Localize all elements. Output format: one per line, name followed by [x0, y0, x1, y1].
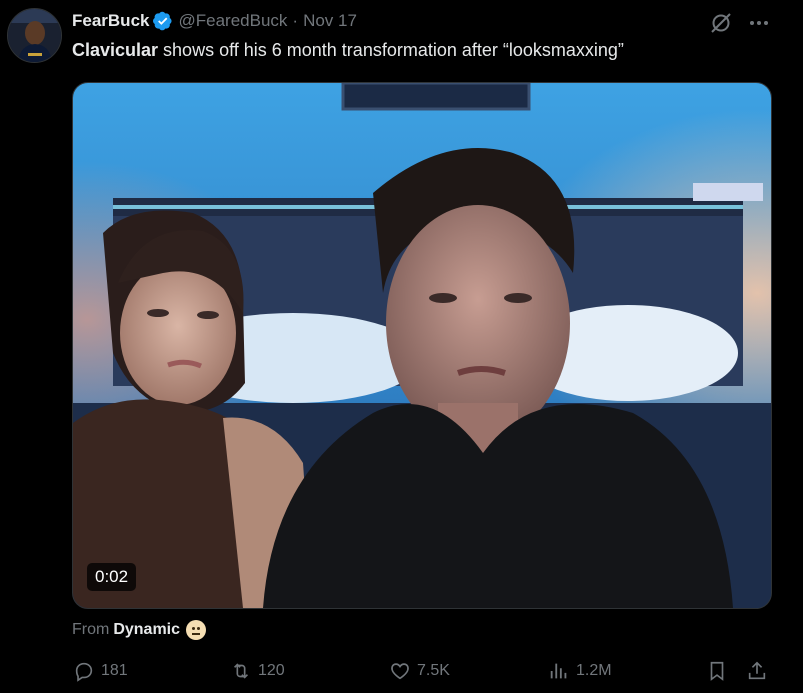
- post-date[interactable]: Nov 17: [303, 11, 357, 31]
- more-icon[interactable]: [747, 13, 771, 33]
- media-source-label: From: [72, 621, 110, 638]
- media-source-name[interactable]: Dynamic: [113, 621, 180, 639]
- repost-icon: [233, 663, 249, 679]
- author-display-name[interactable]: FearBuck: [72, 11, 149, 31]
- author-handle[interactable]: @FearedBuck: [178, 11, 287, 31]
- video-player[interactable]: [72, 82, 772, 609]
- views-count: 1.2M: [576, 662, 612, 679]
- share-icon: [748, 661, 766, 680]
- action-bar: 181 120 7.5K 1.2M: [0, 660, 803, 686]
- neutral-face-icon: [186, 620, 207, 640]
- repost-count: 120: [258, 662, 285, 679]
- reply-count: 181: [101, 662, 128, 679]
- views-icon: [550, 663, 567, 679]
- post-text-body: shows off his 6 month transformation aft…: [158, 40, 624, 60]
- post-text: Clavicular shows off his 6 month transfo…: [72, 40, 624, 61]
- repost-button[interactable]: 120: [230, 660, 285, 682]
- separator-dot: ·: [292, 11, 299, 30]
- grok-icon[interactable]: [709, 12, 733, 34]
- bookmark-icon: [710, 661, 724, 681]
- video-timestamp: 0:02: [87, 563, 137, 591]
- post-header: FearBuck @FearedBuck · Nov 17: [72, 10, 357, 32]
- video-frame: [73, 83, 771, 608]
- avatar[interactable]: [7, 8, 62, 63]
- post-text-mention: Clavicular: [72, 40, 159, 60]
- bookmark-button[interactable]: [706, 660, 728, 687]
- reply-icon: [75, 662, 93, 682]
- reply-button[interactable]: 181: [73, 660, 128, 682]
- like-count: 7.5K: [417, 662, 450, 679]
- verified-badge-icon: [153, 11, 173, 31]
- avatar-image: [8, 9, 61, 62]
- views-button[interactable]: 1.2M: [548, 660, 612, 682]
- media-source: From Dynamic: [72, 620, 207, 640]
- like-icon: [391, 663, 409, 680]
- like-button[interactable]: 7.5K: [389, 660, 450, 682]
- share-button[interactable]: [746, 660, 768, 687]
